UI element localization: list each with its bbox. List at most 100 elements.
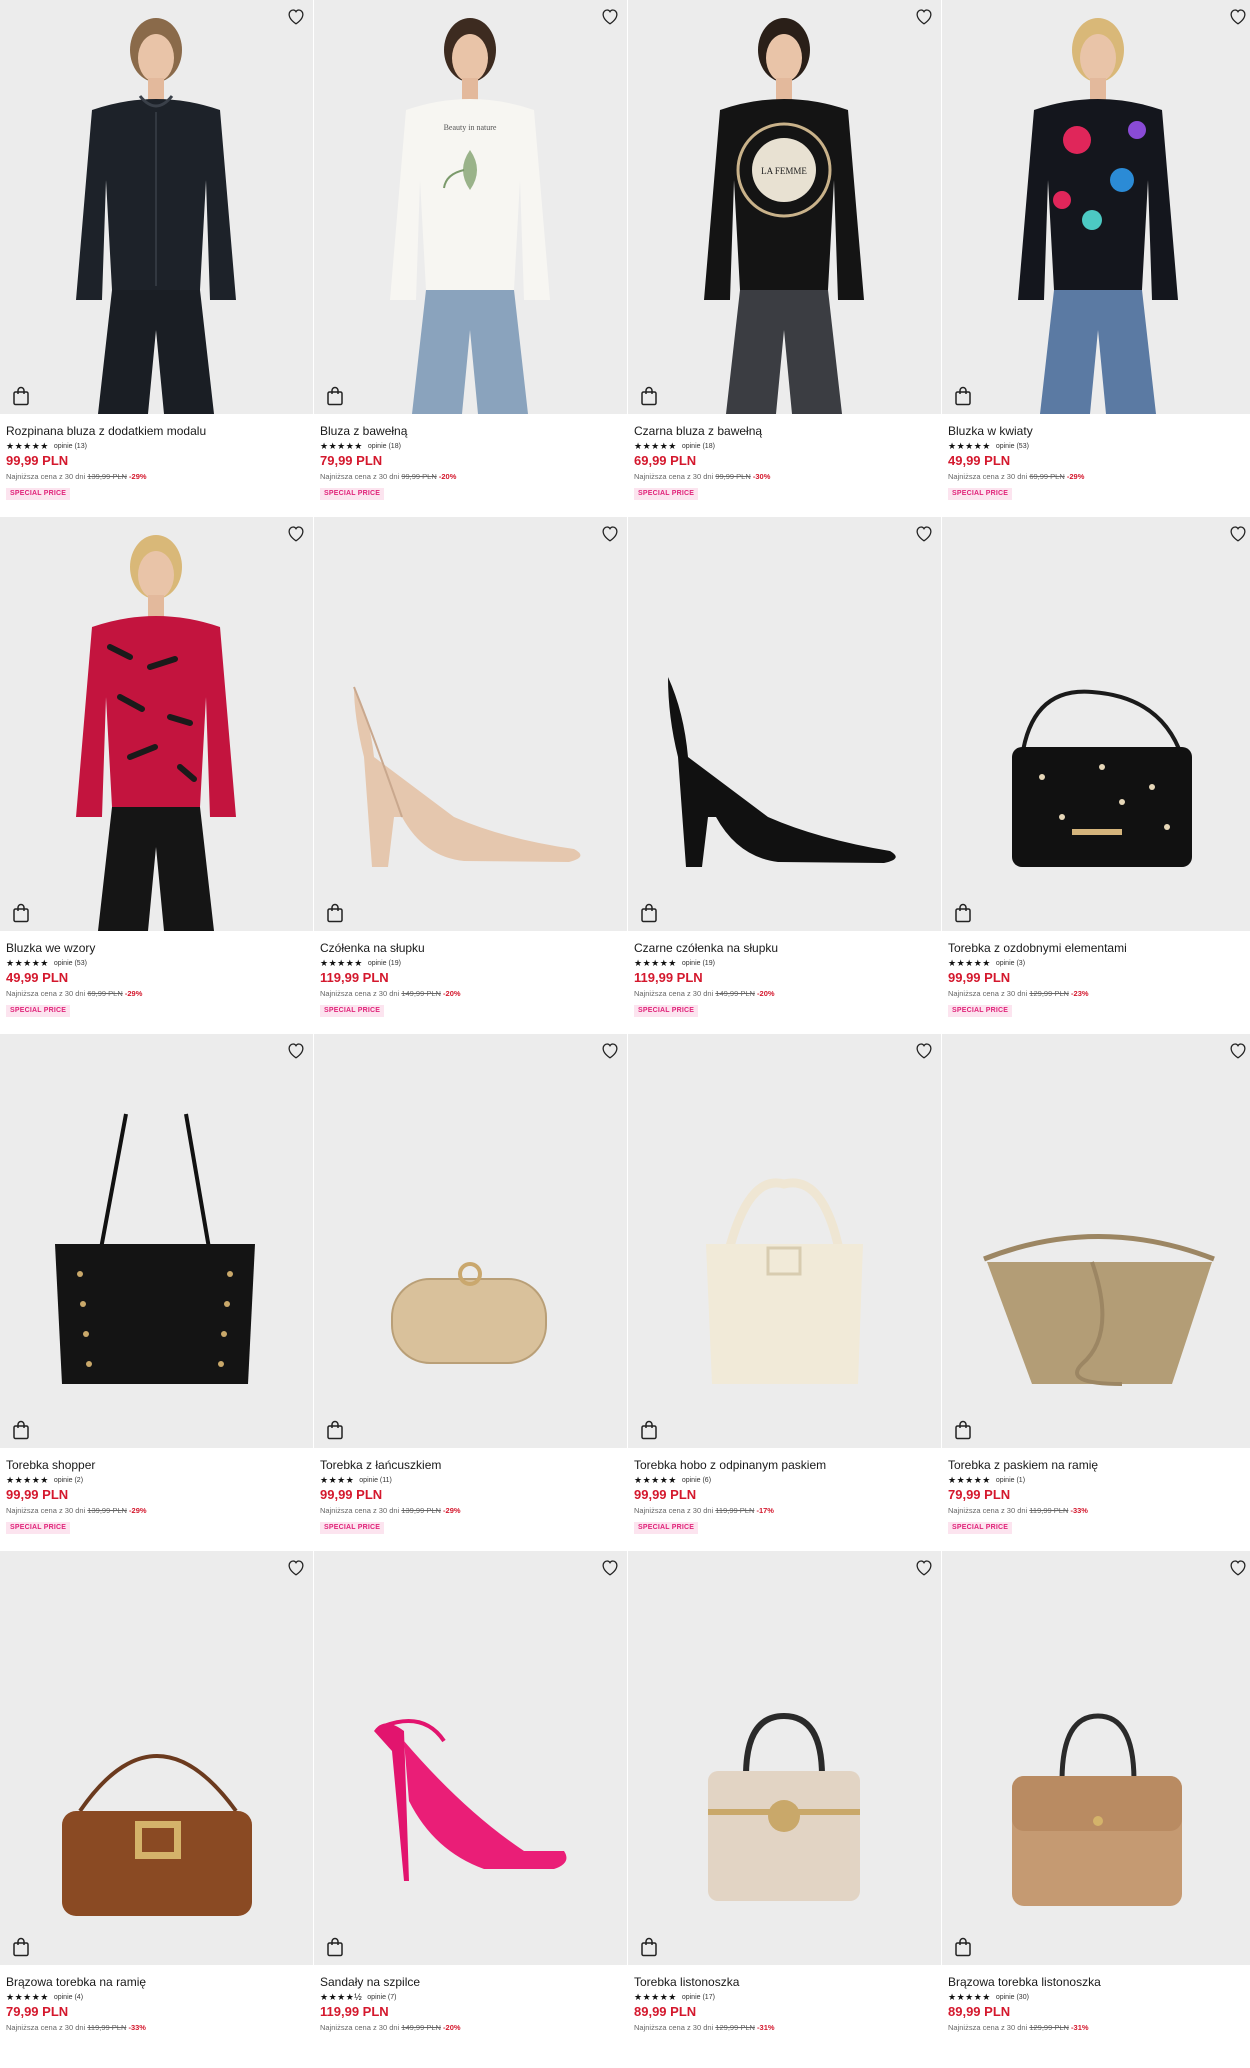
product-image[interactable] [314,1551,627,1965]
product-image[interactable] [942,0,1250,414]
shopping-bag-icon[interactable] [954,1937,972,1957]
product-card[interactable]: Sandały na szpilce ★★★★½ opinie (7) 119,… [314,1551,627,2068]
heart-icon[interactable] [913,1039,935,1061]
product-card[interactable]: Torebka listonoszka ★★★★★ opinie (17) 89… [628,1551,941,2068]
product-image[interactable] [314,1034,627,1448]
review-count[interactable]: opinie (7) [367,1994,396,2001]
review-count[interactable]: opinie (18) [682,443,715,450]
shopping-bag-icon[interactable] [12,1937,30,1957]
heart-icon[interactable] [1227,1556,1249,1578]
product-price: 69,99 PLN [634,453,697,468]
shopping-bag-icon[interactable] [954,386,972,406]
product-name[interactable]: Rozpinana bluza z dodatkiem modalu [6,424,307,439]
product-image[interactable] [0,1551,313,1965]
product-name[interactable]: Sandały na szpilce [320,1975,621,1990]
product-photo [706,1178,863,1384]
heart-icon[interactable] [599,522,621,544]
product-name[interactable]: Bluza z bawełną [320,424,621,439]
product-image[interactable] [628,1551,941,1965]
review-count[interactable]: opinie (19) [368,960,401,967]
review-count[interactable]: opinie (53) [996,443,1029,450]
product-image[interactable] [942,1551,1250,1965]
review-count[interactable]: opinie (1) [996,1477,1025,1484]
heart-icon[interactable] [913,522,935,544]
product-name[interactable]: Torebka z paskiem na ramię [948,1458,1249,1473]
product-image[interactable] [0,0,313,414]
shopping-bag-icon[interactable] [12,1420,30,1440]
review-count[interactable]: opinie (3) [996,960,1025,967]
review-count[interactable]: opinie (6) [682,1477,711,1484]
product-card[interactable]: Torebka z paskiem na ramię ★★★★★ opinie … [942,1034,1250,1551]
product-name[interactable]: Czółenka na słupku [320,941,621,956]
heart-icon[interactable] [913,1556,935,1578]
product-image[interactable] [628,1034,941,1448]
product-image[interactable]: Beauty in nature [314,0,627,414]
shopping-bag-icon[interactable] [640,903,658,923]
heart-icon[interactable] [285,1039,307,1061]
heart-icon[interactable] [599,5,621,27]
review-count[interactable]: opinie (30) [996,1994,1029,2001]
product-card[interactable]: Czarne czółenka na słupku ★★★★★ opinie (… [628,517,941,1034]
product-card[interactable]: Bluzka w kwiaty ★★★★★ opinie (53) 49,99 … [942,0,1250,517]
product-name[interactable]: Brązowa torebka na ramię [6,1975,307,1990]
product-name[interactable]: Czarna bluza z bawełną [634,424,935,439]
product-name[interactable]: Torebka z łańcuszkiem [320,1458,621,1473]
heart-icon[interactable] [285,1556,307,1578]
shopping-bag-icon[interactable] [326,386,344,406]
review-count[interactable]: opinie (4) [54,1994,83,2001]
review-count[interactable]: opinie (11) [359,1477,392,1484]
shopping-bag-icon[interactable] [326,1937,344,1957]
shopping-bag-icon[interactable] [640,386,658,406]
heart-icon[interactable] [285,522,307,544]
product-image[interactable] [0,517,313,931]
product-card[interactable]: Torebka z łańcuszkiem ★★★★ opinie (11) 9… [314,1034,627,1551]
product-image[interactable] [628,517,941,931]
shopping-bag-icon[interactable] [326,1420,344,1440]
product-name[interactable]: Bluzka we wzory [6,941,307,956]
heart-icon[interactable] [599,1039,621,1061]
rating: ★★★★★ opinie (3) [948,957,1249,969]
discount-percent: -20% [443,2023,461,2032]
heart-icon[interactable] [1227,522,1249,544]
product-image[interactable]: LA FEMME [628,0,941,414]
product-image[interactable] [0,1034,313,1448]
product-card[interactable]: Brązowa torebka listonoszka ★★★★★ opinie… [942,1551,1250,2068]
product-card[interactable]: Czółenka na słupku ★★★★★ opinie (19) 119… [314,517,627,1034]
heart-icon[interactable] [1227,5,1249,27]
product-image[interactable] [942,517,1250,931]
review-count[interactable]: opinie (13) [54,443,87,450]
product-card[interactable]: Brązowa torebka na ramię ★★★★★ opinie (4… [0,1551,313,2068]
product-name[interactable]: Bluzka w kwiaty [948,424,1249,439]
shopping-bag-icon[interactable] [326,903,344,923]
heart-icon[interactable] [913,5,935,27]
shopping-bag-icon[interactable] [640,1937,658,1957]
review-count[interactable]: opinie (19) [682,960,715,967]
product-card[interactable]: Beauty in nature Bluza z bawełną ★★★★★ o… [314,0,627,517]
product-card[interactable]: LA FEMME Czarna bluza z bawełną ★★★★★ op… [628,0,941,517]
product-name[interactable]: Torebka z ozdobnymi elementami [948,941,1249,956]
product-card[interactable]: Bluzka we wzory ★★★★★ opinie (53) 49,99 … [0,517,313,1034]
product-name[interactable]: Torebka listonoszka [634,1975,935,1990]
product-card[interactable]: Rozpinana bluza z dodatkiem modalu ★★★★★… [0,0,313,517]
review-count[interactable]: opinie (2) [54,1477,83,1484]
shopping-bag-icon[interactable] [640,1420,658,1440]
shopping-bag-icon[interactable] [954,903,972,923]
product-card[interactable]: Torebka hobo z odpinanym paskiem ★★★★★ o… [628,1034,941,1551]
heart-icon[interactable] [599,1556,621,1578]
heart-icon[interactable] [285,5,307,27]
heart-icon[interactable] [1227,1039,1249,1061]
product-name[interactable]: Torebka hobo z odpinanym paskiem [634,1458,935,1473]
product-card[interactable]: Torebka z ozdobnymi elementami ★★★★★ opi… [942,517,1250,1034]
product-image[interactable] [942,1034,1250,1448]
review-count[interactable]: opinie (17) [682,1994,715,2001]
product-name[interactable]: Czarne czółenka na słupku [634,941,935,956]
shopping-bag-icon[interactable] [12,386,30,406]
review-count[interactable]: opinie (18) [368,443,401,450]
review-count[interactable]: opinie (53) [54,960,87,967]
product-card[interactable]: Torebka shopper ★★★★★ opinie (2) 99,99 P… [0,1034,313,1551]
shopping-bag-icon[interactable] [12,903,30,923]
shopping-bag-icon[interactable] [954,1420,972,1440]
product-name[interactable]: Brązowa torebka listonoszka [948,1975,1249,1990]
product-image[interactable] [314,517,627,931]
product-name[interactable]: Torebka shopper [6,1458,307,1473]
